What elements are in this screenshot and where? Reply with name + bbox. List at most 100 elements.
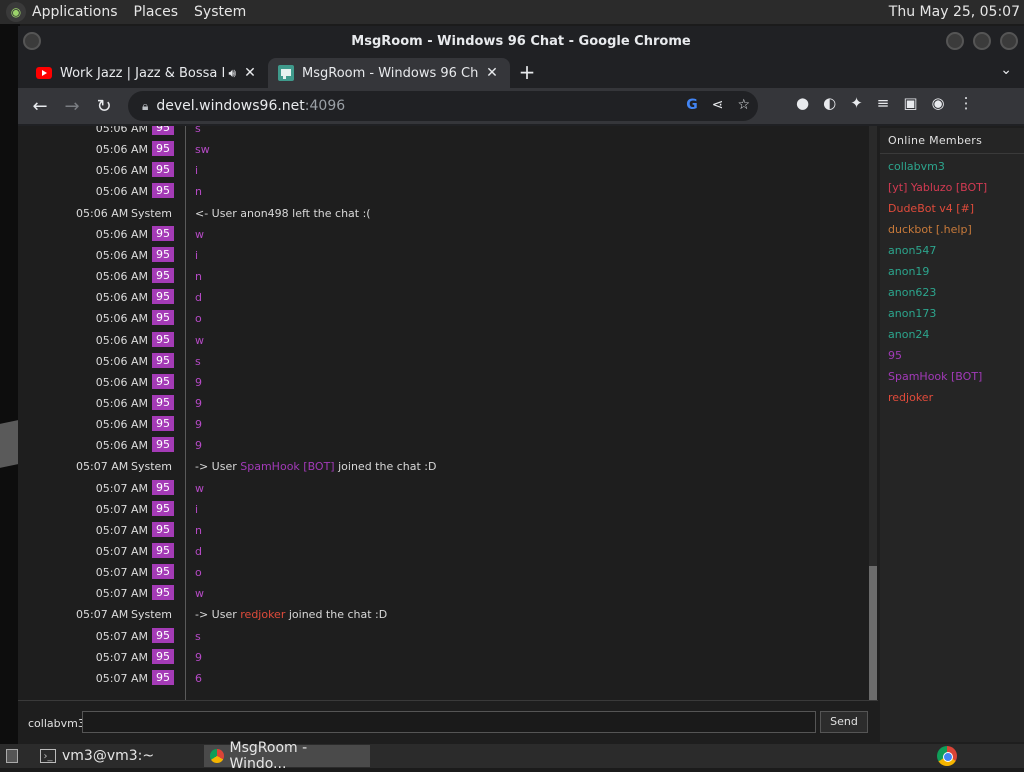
extension-mouse-icon[interactable]: ● bbox=[796, 94, 809, 112]
close-tab-icon[interactable]: ✕ bbox=[484, 65, 500, 81]
member-item[interactable]: DudeBot v4 [#] bbox=[880, 196, 1024, 217]
back-arrow-icon[interactable]: ← bbox=[24, 90, 56, 122]
taskbar-label: MsgRoom - Windo... bbox=[229, 740, 308, 772]
user-badge[interactable]: 95 bbox=[152, 437, 174, 452]
profile-avatar-icon[interactable]: ◉ bbox=[932, 94, 945, 112]
minimize-button[interactable] bbox=[946, 32, 964, 50]
new-tab-button[interactable]: + bbox=[516, 62, 538, 84]
member-item[interactable]: 95 bbox=[880, 343, 1024, 364]
bookmark-star-icon[interactable]: ☆ bbox=[737, 97, 750, 113]
tab-search-chevron-icon[interactable]: ⌄ bbox=[1000, 62, 1012, 78]
address-bar[interactable]: 🔒︎ devel.windows96.net:4096 G ⋖ ☆ bbox=[128, 91, 758, 121]
user-badge[interactable]: 95 bbox=[152, 126, 174, 135]
chat-message: 05:06 AM 95 w bbox=[18, 224, 868, 245]
forward-arrow-icon[interactable]: → bbox=[56, 90, 88, 122]
chrome-window: MsgRoom - Windows 96 Chat - Google Chrom… bbox=[18, 26, 1024, 744]
user-badge[interactable]: 95 bbox=[152, 649, 174, 664]
chat-message: 05:06 AM 95 w bbox=[18, 330, 868, 351]
close-window-button[interactable] bbox=[1000, 32, 1018, 50]
message-text: w bbox=[195, 228, 204, 241]
user-badge[interactable]: 95 bbox=[152, 289, 174, 304]
message-text: o bbox=[195, 566, 202, 579]
user-badge[interactable]: 95 bbox=[152, 310, 174, 325]
user-badge[interactable]: 95 bbox=[152, 268, 174, 283]
chat-message: 05:06 AM 95 o bbox=[18, 308, 868, 329]
user-badge[interactable]: 95 bbox=[152, 247, 174, 262]
show-desktop-icon[interactable] bbox=[0, 745, 30, 767]
menu-applications[interactable]: Applications bbox=[32, 4, 118, 20]
menu-system[interactable]: System bbox=[194, 4, 246, 20]
user-badge[interactable]: 95 bbox=[152, 522, 174, 537]
user-badge[interactable]: 95 bbox=[152, 628, 174, 643]
user-badge[interactable]: 95 bbox=[152, 416, 174, 431]
close-tab-icon[interactable]: ✕ bbox=[242, 65, 258, 81]
speaker-icon[interactable]: 🔊︎ bbox=[228, 66, 236, 81]
extension-circle-icon[interactable]: ◐ bbox=[823, 94, 836, 112]
gnome-menu-icon[interactable]: ◉ bbox=[6, 2, 26, 22]
user-badge[interactable]: 95 bbox=[152, 670, 174, 685]
user-badge[interactable]: 95 bbox=[152, 480, 174, 495]
extensions-puzzle-icon[interactable]: ✦ bbox=[850, 94, 863, 112]
member-item[interactable]: redjoker bbox=[880, 385, 1024, 406]
member-item[interactable]: anon173 bbox=[880, 301, 1024, 322]
chat-message: 05:07 AM 95 w bbox=[18, 583, 868, 604]
member-item[interactable]: anon24 bbox=[880, 322, 1024, 343]
tab-title: Work Jazz | Jazz & Bossa N bbox=[60, 65, 225, 81]
message-input[interactable] bbox=[82, 711, 816, 733]
chrome-menu-icon[interactable]: ⋮ bbox=[959, 94, 974, 112]
taskbar-item-chrome[interactable]: MsgRoom - Windo... bbox=[204, 740, 370, 772]
message-time: 05:06 AM bbox=[95, 376, 148, 389]
side-panel-icon[interactable]: ▣ bbox=[903, 94, 917, 112]
joined-username[interactable]: redjoker bbox=[240, 608, 285, 621]
user-badge[interactable]: 95 bbox=[152, 374, 174, 389]
window-titlebar[interactable]: MsgRoom - Windows 96 Chat - Google Chrom… bbox=[18, 26, 1024, 56]
message-text: n bbox=[195, 270, 202, 283]
tab-work-jazz[interactable]: Work Jazz | Jazz & Bossa N 🔊︎ ✕ bbox=[26, 58, 268, 88]
window-menu-button[interactable] bbox=[23, 32, 41, 50]
menu-places[interactable]: Places bbox=[134, 4, 179, 20]
member-item[interactable]: anon19 bbox=[880, 259, 1024, 280]
message-time: 05:07 AM bbox=[95, 651, 148, 664]
user-badge[interactable]: 95 bbox=[152, 226, 174, 241]
top-panel: ◉ Applications Places System Thu May 25,… bbox=[0, 0, 1024, 24]
chat-message: 05:06 AM 95 n bbox=[18, 181, 868, 202]
message-time: 05:06 AM bbox=[95, 270, 148, 283]
message-time: 05:07 AM bbox=[95, 503, 148, 516]
member-item[interactable]: collabvm3 bbox=[880, 154, 1024, 175]
chat-message: 05:07 AM 95 w bbox=[18, 478, 868, 499]
message-time: 05:06 AM bbox=[95, 439, 148, 452]
maximize-button[interactable] bbox=[973, 32, 991, 50]
tab-msgroom[interactable]: MsgRoom - Windows 96 Chat ✕ bbox=[268, 58, 510, 88]
user-badge[interactable]: 95 bbox=[152, 141, 174, 156]
tray-chrome-icon[interactable] bbox=[937, 746, 957, 766]
share-icon[interactable]: ⋖ bbox=[712, 97, 724, 113]
scrollbar-thumb[interactable] bbox=[869, 566, 877, 700]
media-queue-icon[interactable]: ≡ bbox=[877, 94, 890, 112]
user-badge[interactable]: 95 bbox=[152, 501, 174, 516]
send-button[interactable]: Send bbox=[820, 711, 868, 733]
panel-clock[interactable]: Thu May 25, 05:07 bbox=[889, 4, 1020, 20]
member-item[interactable]: [yt] Yabluzo [BOT] bbox=[880, 175, 1024, 196]
member-item[interactable]: duckbot [.help] bbox=[880, 217, 1024, 238]
user-badge[interactable]: 95 bbox=[152, 585, 174, 600]
member-item[interactable]: anon623 bbox=[880, 280, 1024, 301]
user-badge[interactable]: 95 bbox=[152, 162, 174, 177]
user-badge[interactable]: 95 bbox=[152, 332, 174, 347]
chat-scrollbar[interactable] bbox=[869, 126, 877, 700]
user-badge[interactable]: 95 bbox=[152, 353, 174, 368]
reload-icon[interactable]: ↻ bbox=[88, 90, 120, 122]
message-time: 05:07 AM bbox=[95, 587, 148, 600]
joined-username[interactable]: SpamHook [BOT] bbox=[240, 460, 334, 473]
user-badge[interactable]: 95 bbox=[152, 395, 174, 410]
lock-icon[interactable]: 🔒︎ bbox=[142, 99, 148, 114]
user-badge[interactable]: 95 bbox=[152, 564, 174, 579]
member-item[interactable]: anon547 bbox=[880, 238, 1024, 259]
taskbar-item-terminal[interactable]: ›_ vm3@vm3:~ bbox=[34, 745, 202, 767]
user-badge[interactable]: 95 bbox=[152, 543, 174, 558]
user-badge[interactable]: 95 bbox=[152, 183, 174, 198]
google-lens-icon[interactable]: G bbox=[686, 97, 698, 113]
chat-message: 05:06 AM 95 i bbox=[18, 245, 868, 266]
bottom-taskbar: ›_ vm3@vm3:~ MsgRoom - Windo... bbox=[0, 740, 1024, 772]
member-item[interactable]: SpamHook [BOT] bbox=[880, 364, 1024, 385]
chat-message: 05:06 AM 95 s bbox=[18, 351, 868, 372]
